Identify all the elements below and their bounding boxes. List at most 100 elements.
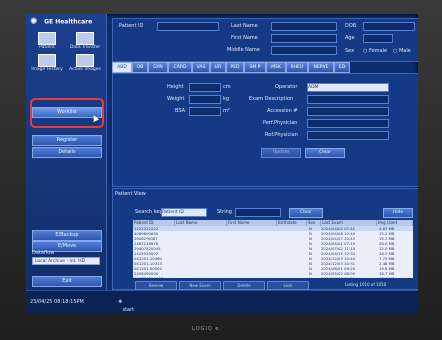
ultrasound-screen: ✺ GE Healthcare Patient Data Transfer Im… bbox=[26, 14, 418, 314]
start-button[interactable]: ❖ start bbox=[118, 299, 134, 313]
tab-ped[interactable]: PED bbox=[226, 62, 244, 73]
height-field[interactable] bbox=[189, 83, 221, 92]
exam-category-tabs: ABD OB GYN CARD VAS UR PED SM P MSK RHEU… bbox=[112, 62, 418, 73]
operator-label: Operator bbox=[275, 84, 298, 90]
hide-button[interactable]: Hide bbox=[383, 208, 413, 218]
ref-physician-field[interactable] bbox=[307, 131, 389, 140]
tab-msk[interactable]: MSK bbox=[266, 62, 286, 73]
last-name-field[interactable] bbox=[271, 22, 337, 31]
weight-label: Weight bbox=[167, 96, 185, 102]
operator-select[interactable]: ADM bbox=[307, 83, 389, 92]
tab-vas[interactable]: VAS bbox=[192, 62, 210, 73]
ge-logo-icon: ✺ bbox=[30, 17, 38, 27]
age-field[interactable] bbox=[363, 34, 393, 43]
search-clear-button[interactable]: Clear bbox=[289, 208, 323, 218]
data-transfer-button[interactable]: Data Transfer bbox=[68, 32, 102, 52]
tab-smp[interactable]: SM P bbox=[244, 62, 266, 73]
tab-nerve[interactable]: NERVE bbox=[308, 62, 334, 73]
device-brand: LOGIQ e bbox=[192, 326, 220, 332]
logo-text: GE Healthcare bbox=[44, 18, 93, 26]
new-exam-button[interactable]: New Exam bbox=[179, 281, 221, 290]
first-name-field[interactable] bbox=[271, 34, 337, 43]
ref-physician-label: Ref.Physician bbox=[265, 132, 298, 138]
active-images-button[interactable]: Active Images bbox=[68, 54, 102, 74]
clear-form-button[interactable]: Clear bbox=[305, 148, 345, 158]
exit-button[interactable]: Exit bbox=[32, 276, 102, 287]
height-label: Height bbox=[167, 84, 184, 90]
patient-view-title: Patient View bbox=[115, 191, 146, 197]
table-cell: 2024/04/19 04:50 bbox=[321, 276, 377, 278]
tab-abd[interactable]: ABD bbox=[112, 62, 132, 73]
table-cell: N bbox=[309, 276, 321, 278]
table-cell bbox=[175, 276, 227, 278]
search-key-label: Search key bbox=[135, 209, 163, 215]
table-cell bbox=[227, 276, 277, 278]
sex-label: Sex bbox=[345, 48, 355, 54]
table-row[interactable]: 240820800005 N2024/04/19 04:5012.9 MB bbox=[133, 276, 413, 278]
dataflow-label: Dataflow bbox=[32, 250, 55, 256]
patient-id-field[interactable] bbox=[157, 22, 219, 31]
exam-description-label: Exam Description bbox=[249, 96, 294, 102]
ge-logo: ✺ GE Healthcare bbox=[30, 17, 104, 31]
exam-form: Height cm Weight kg BSA m² Operator ADM … bbox=[112, 73, 418, 187]
exam-description-field[interactable] bbox=[307, 95, 389, 104]
sidebar-icon-grid: Patient Data Transfer Image History Acti… bbox=[30, 32, 104, 74]
status-datetime: 23/04/25 08:18:15PM bbox=[30, 299, 84, 305]
last-name-label: Last Name bbox=[231, 23, 258, 29]
string-label: String bbox=[217, 209, 232, 215]
start-label: start bbox=[122, 307, 135, 313]
bsa-label: BSA bbox=[175, 108, 186, 114]
listing-count: Listing 1010 of 1010 bbox=[345, 282, 387, 287]
data-transfer-label: Data Transfer bbox=[69, 45, 101, 50]
tab-rheu[interactable]: RHEU bbox=[286, 62, 308, 73]
operator-value: ADM bbox=[308, 85, 319, 90]
search-key-value: Patient ID bbox=[162, 210, 184, 215]
middle-name-label: Middle Name bbox=[227, 47, 260, 53]
search-string-input[interactable] bbox=[235, 208, 281, 217]
tab-ur[interactable]: UR bbox=[210, 62, 226, 73]
weight-field[interactable] bbox=[189, 95, 221, 104]
details-button[interactable]: Details bbox=[32, 147, 102, 158]
patient-header: Patient ID Last Name First Name Middle N… bbox=[112, 18, 418, 62]
dob-label: DOB bbox=[345, 23, 357, 29]
patient-table: Patient ID Last Name First Name Birthdat… bbox=[133, 220, 413, 278]
sex-female-label: Female bbox=[368, 48, 388, 54]
accession-field[interactable] bbox=[307, 107, 389, 116]
accession-label: Accession # bbox=[267, 108, 298, 114]
dob-field[interactable] bbox=[363, 22, 415, 31]
sex-female-radio[interactable]: ○ Female bbox=[363, 48, 387, 54]
image-history-icon bbox=[38, 54, 56, 67]
update-button[interactable]: Update bbox=[261, 148, 301, 158]
data-transfer-icon bbox=[76, 32, 94, 45]
bsa-unit: m² bbox=[223, 108, 230, 114]
active-images-label: Active Images bbox=[69, 67, 101, 72]
register-button[interactable]: Register bbox=[32, 135, 102, 146]
patient-id-label: Patient ID bbox=[119, 23, 144, 29]
tab-ed[interactable]: ED bbox=[334, 62, 350, 73]
image-history-button[interactable]: Image History bbox=[30, 54, 64, 74]
age-label: Age bbox=[345, 35, 355, 41]
tab-card[interactable]: CARD bbox=[168, 62, 192, 73]
dataflow-select[interactable]: Local Archive - Int. HD bbox=[32, 257, 100, 265]
delete-button[interactable]: Delete bbox=[223, 281, 265, 290]
image-history-label: Image History bbox=[31, 67, 63, 72]
review-button[interactable]: Review bbox=[135, 281, 177, 290]
main-panel: Patient ID Last Name First Name Middle N… bbox=[108, 14, 418, 290]
search-key-select[interactable]: Patient ID bbox=[161, 208, 207, 217]
table-cell bbox=[277, 276, 307, 278]
patient-icon bbox=[38, 32, 56, 45]
table-cell: 12.9 MB bbox=[379, 276, 413, 278]
perf-physician-field[interactable] bbox=[307, 119, 389, 128]
tab-gyn[interactable]: GYN bbox=[148, 62, 168, 73]
patient-button[interactable]: Patient bbox=[30, 32, 64, 52]
sex-male-radio[interactable]: ○ Male bbox=[393, 48, 411, 54]
lock-button[interactable]: Lock bbox=[267, 281, 309, 290]
weight-unit: kg bbox=[223, 96, 230, 102]
perf-physician-label: Perf.Physician bbox=[263, 120, 298, 126]
middle-name-field[interactable] bbox=[271, 46, 337, 55]
tab-ob[interactable]: OB bbox=[132, 62, 148, 73]
ebackup-button[interactable]: E/Backup bbox=[32, 230, 102, 241]
status-bar: 23/04/25 08:18:15PM ❖ start bbox=[26, 290, 418, 314]
sidebar: ✺ GE Healthcare Patient Data Transfer Im… bbox=[26, 14, 107, 290]
bsa-field[interactable] bbox=[189, 107, 221, 116]
